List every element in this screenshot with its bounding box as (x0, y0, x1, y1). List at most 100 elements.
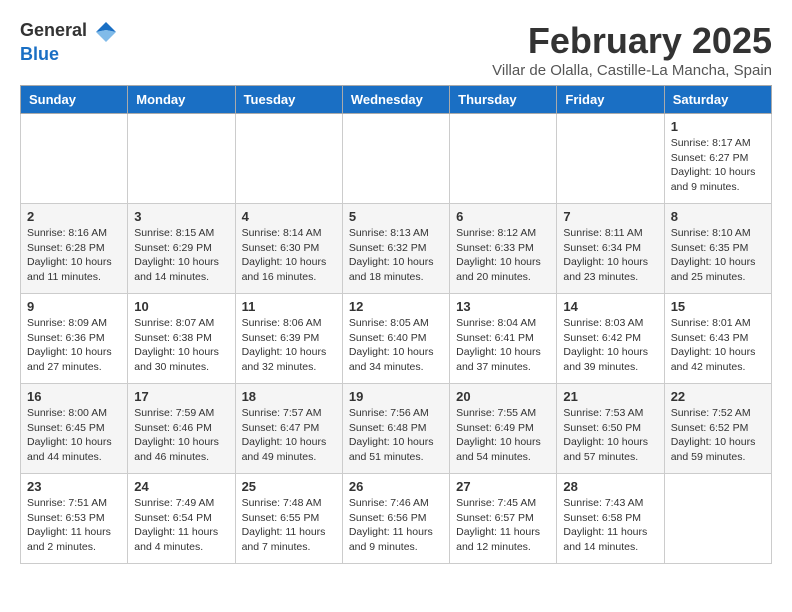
calendar-cell: 9 Sunrise: 8:09 AM Sunset: 6:36 PM Daylig… (21, 294, 128, 384)
day-number: 2 (27, 209, 121, 224)
logo-general: General (20, 20, 87, 40)
day-number: 18 (242, 389, 336, 404)
day-number: 13 (456, 299, 550, 314)
calendar-cell: 1 Sunrise: 8:17 AM Sunset: 6:27 PM Daylig… (664, 114, 771, 204)
day-number: 15 (671, 299, 765, 314)
day-number: 10 (134, 299, 228, 314)
column-header-tuesday: Tuesday (235, 86, 342, 114)
calendar-cell: 6 Sunrise: 8:12 AM Sunset: 6:33 PM Daylig… (450, 204, 557, 294)
day-number: 4 (242, 209, 336, 224)
calendar-cell: 3 Sunrise: 8:15 AM Sunset: 6:29 PM Daylig… (128, 204, 235, 294)
calendar-week-row: 2Sunrise: 8:16 AM Sunset: 6:28 PM Daylig… (21, 204, 772, 294)
day-number: 9 (27, 299, 121, 314)
day-info: Sunrise: 7:55 AM Sunset: 6:49 PM Dayligh… (456, 406, 550, 465)
calendar-cell (235, 114, 342, 204)
column-header-thursday: Thursday (450, 86, 557, 114)
calendar-cell: 20Sunrise: 7:55 AM Sunset: 6:49 PM Dayli… (450, 384, 557, 474)
day-info: Sunrise: 7:46 AM Sunset: 6:56 PM Dayligh… (349, 496, 443, 555)
day-info: Sunrise: 8:11 AM Sunset: 6:34 PM Dayligh… (563, 226, 657, 285)
day-info: Sunrise: 7:56 AM Sunset: 6:48 PM Dayligh… (349, 406, 443, 465)
day-number: 26 (349, 479, 443, 494)
calendar-cell: 10 Sunrise: 8:07 AM Sunset: 6:38 PM Dayli… (128, 294, 235, 384)
logo-blue: Blue (20, 44, 59, 64)
day-number: 5 (349, 209, 443, 224)
calendar-table: SundayMondayTuesdayWednesdayThursdayFrid… (20, 85, 772, 564)
calendar-cell: 22Sunrise: 7:52 AM Sunset: 6:52 PM Dayli… (664, 384, 771, 474)
calendar-week-row: 16Sunrise: 8:00 AM Sunset: 6:45 PM Dayli… (21, 384, 772, 474)
calendar-cell: 16Sunrise: 8:00 AM Sunset: 6:45 PM Dayli… (21, 384, 128, 474)
day-info: Sunrise: 8:12 AM Sunset: 6:33 PM Dayligh… (456, 226, 550, 285)
calendar-cell: 19 Sunrise: 7:56 AM Sunset: 6:48 PM Dayli… (342, 384, 449, 474)
day-number: 24 (134, 479, 228, 494)
calendar-week-row: 1 Sunrise: 8:17 AM Sunset: 6:27 PM Daylig… (21, 114, 772, 204)
calendar-cell (664, 474, 771, 564)
day-number: 14 (563, 299, 657, 314)
day-number: 11 (242, 299, 336, 314)
day-info: Sunrise: 7:49 AM Sunset: 6:54 PM Dayligh… (134, 496, 228, 555)
day-number: 22 (671, 389, 765, 404)
calendar-cell (342, 114, 449, 204)
calendar-cell: 12 Sunrise: 8:05 AM Sunset: 6:40 PM Dayli… (342, 294, 449, 384)
day-number: 3 (134, 209, 228, 224)
day-number: 25 (242, 479, 336, 494)
day-info: Sunrise: 8:05 AM Sunset: 6:40 PM Dayligh… (349, 316, 443, 375)
calendar-cell: 28Sunrise: 7:43 AM Sunset: 6:58 PM Dayli… (557, 474, 664, 564)
calendar-cell: 24 Sunrise: 7:49 AM Sunset: 6:54 PM Dayli… (128, 474, 235, 564)
day-number: 12 (349, 299, 443, 314)
calendar-week-row: 9 Sunrise: 8:09 AM Sunset: 6:36 PM Daylig… (21, 294, 772, 384)
calendar-week-row: 23 Sunrise: 7:51 AM Sunset: 6:53 PM Dayli… (21, 474, 772, 564)
column-header-sunday: Sunday (21, 86, 128, 114)
day-number: 8 (671, 209, 765, 224)
column-header-wednesday: Wednesday (342, 86, 449, 114)
calendar-cell: 11 Sunrise: 8:06 AM Sunset: 6:39 PM Dayli… (235, 294, 342, 384)
day-info: Sunrise: 8:03 AM Sunset: 6:42 PM Dayligh… (563, 316, 657, 375)
calendar-cell: 8 Sunrise: 8:10 AM Sunset: 6:35 PM Daylig… (664, 204, 771, 294)
column-header-friday: Friday (557, 86, 664, 114)
day-number: 23 (27, 479, 121, 494)
day-info: Sunrise: 7:53 AM Sunset: 6:50 PM Dayligh… (563, 406, 657, 465)
day-info: Sunrise: 8:07 AM Sunset: 6:38 PM Dayligh… (134, 316, 228, 375)
column-header-monday: Monday (128, 86, 235, 114)
calendar-cell: 4 Sunrise: 8:14 AM Sunset: 6:30 PM Daylig… (235, 204, 342, 294)
calendar-header-row: SundayMondayTuesdayWednesdayThursdayFrid… (21, 86, 772, 114)
calendar-cell: 13Sunrise: 8:04 AM Sunset: 6:41 PM Dayli… (450, 294, 557, 384)
day-info: Sunrise: 8:10 AM Sunset: 6:35 PM Dayligh… (671, 226, 765, 285)
day-info: Sunrise: 7:57 AM Sunset: 6:47 PM Dayligh… (242, 406, 336, 465)
day-number: 1 (671, 119, 765, 134)
column-header-saturday: Saturday (664, 86, 771, 114)
logo-text: General Blue (20, 20, 118, 65)
calendar-subtitle: Villar de Olalla, Castille-La Mancha, Sp… (492, 62, 772, 79)
calendar-cell (128, 114, 235, 204)
day-number: 21 (563, 389, 657, 404)
calendar-cell: 23 Sunrise: 7:51 AM Sunset: 6:53 PM Dayli… (21, 474, 128, 564)
calendar-cell: 21 Sunrise: 7:53 AM Sunset: 6:50 PM Dayli… (557, 384, 664, 474)
calendar-cell: 26 Sunrise: 7:46 AM Sunset: 6:56 PM Dayli… (342, 474, 449, 564)
day-info: Sunrise: 8:15 AM Sunset: 6:29 PM Dayligh… (134, 226, 228, 285)
logo-icon (94, 20, 118, 44)
day-info: Sunrise: 8:09 AM Sunset: 6:36 PM Dayligh… (27, 316, 121, 375)
day-info: Sunrise: 8:06 AM Sunset: 6:39 PM Dayligh… (242, 316, 336, 375)
day-number: 7 (563, 209, 657, 224)
calendar-cell (21, 114, 128, 204)
day-info: Sunrise: 7:45 AM Sunset: 6:57 PM Dayligh… (456, 496, 550, 555)
day-info: Sunrise: 8:13 AM Sunset: 6:32 PM Dayligh… (349, 226, 443, 285)
day-info: Sunrise: 7:59 AM Sunset: 6:46 PM Dayligh… (134, 406, 228, 465)
calendar-cell (557, 114, 664, 204)
day-info: Sunrise: 7:51 AM Sunset: 6:53 PM Dayligh… (27, 496, 121, 555)
calendar-cell: 18 Sunrise: 7:57 AM Sunset: 6:47 PM Dayli… (235, 384, 342, 474)
day-number: 6 (456, 209, 550, 224)
calendar-cell: 7 Sunrise: 8:11 AM Sunset: 6:34 PM Daylig… (557, 204, 664, 294)
day-number: 19 (349, 389, 443, 404)
calendar-cell: 17Sunrise: 7:59 AM Sunset: 6:46 PM Dayli… (128, 384, 235, 474)
day-info: Sunrise: 8:01 AM Sunset: 6:43 PM Dayligh… (671, 316, 765, 375)
calendar-cell: 2Sunrise: 8:16 AM Sunset: 6:28 PM Daylig… (21, 204, 128, 294)
day-info: Sunrise: 7:48 AM Sunset: 6:55 PM Dayligh… (242, 496, 336, 555)
title-block: February 2025 Villar de Olalla, Castille… (492, 20, 772, 79)
day-info: Sunrise: 8:17 AM Sunset: 6:27 PM Dayligh… (671, 136, 765, 195)
calendar-cell: 5 Sunrise: 8:13 AM Sunset: 6:32 PM Daylig… (342, 204, 449, 294)
page-header: General Blue February 2025 Villar de Ola… (20, 20, 772, 79)
day-info: Sunrise: 8:00 AM Sunset: 6:45 PM Dayligh… (27, 406, 121, 465)
calendar-cell: 15 Sunrise: 8:01 AM Sunset: 6:43 PM Dayli… (664, 294, 771, 384)
day-info: Sunrise: 8:14 AM Sunset: 6:30 PM Dayligh… (242, 226, 336, 285)
day-number: 28 (563, 479, 657, 494)
